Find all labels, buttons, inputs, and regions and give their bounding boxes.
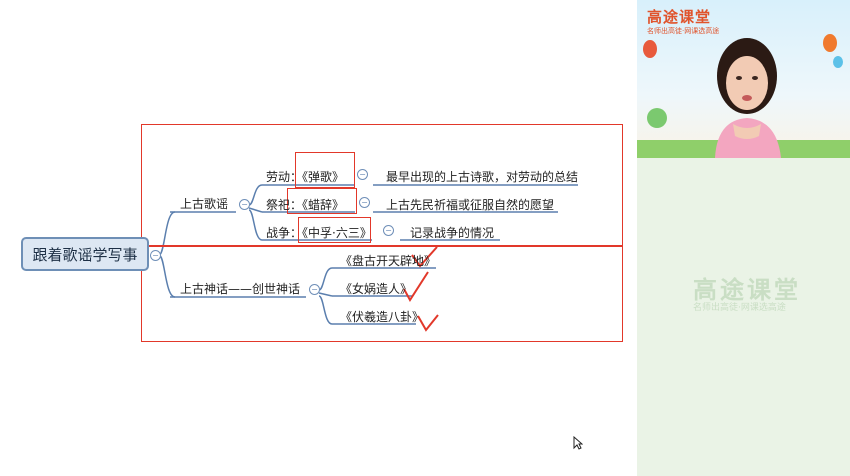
balloon-decoration [823,34,837,52]
leaf-sacrifice[interactable]: 祭祀：《蜡辞》 [266,196,344,213]
collapse-branch-1-icon[interactable]: − [239,199,250,210]
sidebar-panel: 高途课堂 名师出高徒·网课选高途 高途课堂 名师出高徒·网课选高途 [637,0,850,476]
collapse-root-icon[interactable]: − [150,250,161,261]
balloon-decoration [833,56,843,68]
webcam-feed: 高途课堂 名师出高徒·网课选高途 [637,0,850,158]
mindmap-canvas: 跟着歌谣学写事 − 上古歌谣 − 劳动：《弹歌》 − 最早出现的上古诗歌，对劳动… [0,0,637,476]
leaf-war[interactable]: 战争：《中孚·六三》 [266,224,372,241]
desc-labor[interactable]: 最早出现的上古诗歌，对劳动的总结 [386,168,578,185]
branch-node-ancient-songs[interactable]: 上古歌谣 [180,195,228,212]
leaf-nuwa[interactable]: 《女娲造人》 [340,280,412,297]
teacher-video [715,38,781,158]
collapse-labor-icon[interactable]: − [357,169,368,180]
annotation-box-top [141,124,623,246]
balloon-decoration [643,40,657,58]
branch-node-myths[interactable]: 上古神话——创世神话 [180,280,300,297]
collapse-branch-2-icon[interactable]: − [309,284,320,295]
desc-sacrifice[interactable]: 上古先民祈福或征服自然的愿望 [386,196,554,213]
leaf-fuxi[interactable]: 《伏羲造八卦》 [340,308,424,325]
root-node[interactable]: 跟着歌谣学写事 [21,237,149,271]
brand-logo: 高途课堂 [647,8,712,26]
watermark-slogan: 名师出高徒·网课选高途 [693,303,786,313]
collapse-war-icon[interactable]: − [383,225,394,236]
desc-war[interactable]: 记录战争的情况 [410,224,494,241]
mouse-cursor-icon [573,436,583,450]
leaf-pangu[interactable]: 《盘古开天辟地》 [340,252,436,269]
root-label: 跟着歌谣学写事 [32,245,138,264]
collapse-sacrifice-icon[interactable]: − [359,197,370,208]
leaf-labor[interactable]: 劳动：《弹歌》 [266,168,344,185]
lollipop-decoration [647,108,667,128]
